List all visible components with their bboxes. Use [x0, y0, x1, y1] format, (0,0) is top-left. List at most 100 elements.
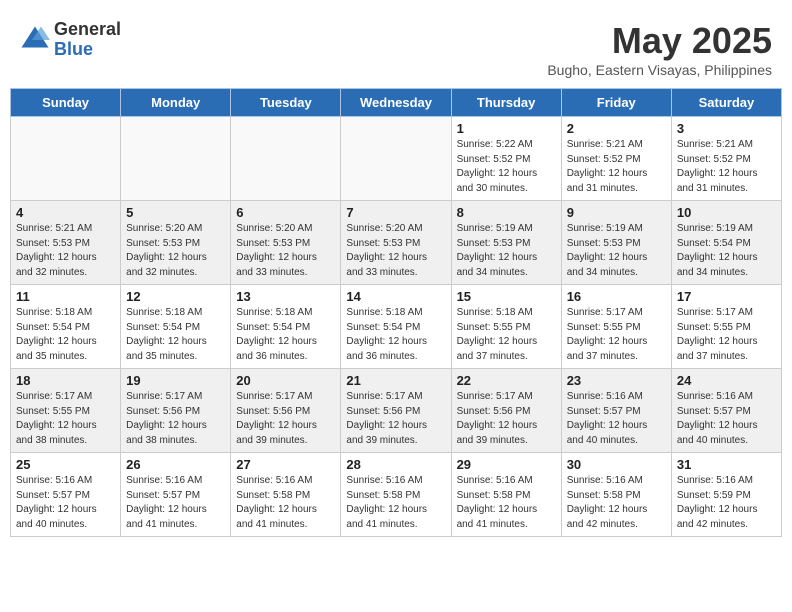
calendar-cell: 2Sunrise: 5:21 AM Sunset: 5:52 PM Daylig…: [561, 117, 671, 201]
day-info: Sunrise: 5:16 AM Sunset: 5:58 PM Dayligh…: [567, 474, 666, 532]
day-info: Sunrise: 5:16 AM Sunset: 5:57 PM Dayligh…: [677, 390, 776, 448]
calendar-cell: 21 Sunrise: 5:17 AM Sunset: 5:56 PM Dayli…: [341, 369, 451, 453]
day-number: 27: [236, 457, 335, 472]
calendar-cell: 20 Sunrise: 5:17 AM Sunset: 5:56 PM Dayli…: [231, 369, 341, 453]
day-info: Sunrise: 5:20 AM Sunset: 5:53 PM Dayligh…: [126, 222, 225, 280]
calendar-cell: 1Sunrise: 5:22 AM Sunset: 5:52 PM Daylig…: [451, 117, 561, 201]
day-number: 14: [346, 289, 445, 304]
day-info: Sunrise: 5:20 AM Sunset: 5:53 PM Dayligh…: [236, 222, 335, 280]
day-number: 31: [677, 457, 776, 472]
calendar-cell: 10 Sunrise: 5:19 AM Sunset: 5:54 PM Dayli…: [671, 201, 781, 285]
day-number: 20: [236, 373, 335, 388]
day-number: 3: [677, 121, 776, 136]
day-info: Sunrise: 5:21 AM Sunset: 5:52 PM Dayligh…: [567, 138, 666, 196]
day-of-week-header: Wednesday: [341, 89, 451, 117]
calendar-cell: 30 Sunrise: 5:16 AM Sunset: 5:58 PM Dayli…: [561, 453, 671, 537]
logo-general-text: General: [54, 20, 121, 40]
calendar-cell: 25 Sunrise: 5:16 AM Sunset: 5:57 PM Dayli…: [11, 453, 121, 537]
day-info: Sunrise: 5:16 AM Sunset: 5:59 PM Dayligh…: [677, 474, 776, 532]
day-number: 8: [457, 205, 556, 220]
month-title: May 2025: [547, 20, 772, 62]
day-info: Sunrise: 5:16 AM Sunset: 5:57 PM Dayligh…: [16, 474, 115, 532]
day-number: 7: [346, 205, 445, 220]
calendar-cell: 26 Sunrise: 5:16 AM Sunset: 5:57 PM Dayli…: [121, 453, 231, 537]
calendar-cell: 12Sunrise: 5:18 AM Sunset: 5:54 PM Dayli…: [121, 285, 231, 369]
day-number: 28: [346, 457, 445, 472]
day-info: Sunrise: 5:18 AM Sunset: 5:54 PM Dayligh…: [346, 306, 445, 364]
calendar-cell: 15Sunrise: 5:18 AM Sunset: 5:55 PM Dayli…: [451, 285, 561, 369]
location-subtitle: Bugho, Eastern Visayas, Philippines: [547, 62, 772, 78]
day-number: 9: [567, 205, 666, 220]
day-number: 26: [126, 457, 225, 472]
day-info: Sunrise: 5:17 AM Sunset: 5:56 PM Dayligh…: [126, 390, 225, 448]
day-info: Sunrise: 5:18 AM Sunset: 5:54 PM Dayligh…: [16, 306, 115, 364]
day-number: 18: [16, 373, 115, 388]
calendar-cell: 8 Sunrise: 5:19 AM Sunset: 5:53 PM Daylig…: [451, 201, 561, 285]
day-of-week-header: Sunday: [11, 89, 121, 117]
calendar-cell: 3 Sunrise: 5:21 AM Sunset: 5:52 PM Daylig…: [671, 117, 781, 201]
day-info: Sunrise: 5:16 AM Sunset: 5:58 PM Dayligh…: [457, 474, 556, 532]
calendar-week-row: 4 Sunrise: 5:21 AM Sunset: 5:53 PM Daylig…: [11, 201, 782, 285]
page-header: General Blue May 2025 Bugho, Eastern Vis…: [10, 10, 782, 83]
calendar-week-row: 1Sunrise: 5:22 AM Sunset: 5:52 PM Daylig…: [11, 117, 782, 201]
day-info: Sunrise: 5:16 AM Sunset: 5:57 PM Dayligh…: [126, 474, 225, 532]
day-number: 16: [567, 289, 666, 304]
day-info: Sunrise: 5:17 AM Sunset: 5:55 PM Dayligh…: [567, 306, 666, 364]
calendar-week-row: 25 Sunrise: 5:16 AM Sunset: 5:57 PM Dayli…: [11, 453, 782, 537]
day-info: Sunrise: 5:17 AM Sunset: 5:56 PM Dayligh…: [236, 390, 335, 448]
day-info: Sunrise: 5:19 AM Sunset: 5:53 PM Dayligh…: [567, 222, 666, 280]
calendar-cell: 11 Sunrise: 5:18 AM Sunset: 5:54 PM Dayli…: [11, 285, 121, 369]
day-info: Sunrise: 5:21 AM Sunset: 5:53 PM Dayligh…: [16, 222, 115, 280]
day-number: 19: [126, 373, 225, 388]
day-number: 21: [346, 373, 445, 388]
logo-icon: [20, 25, 50, 55]
day-number: 17: [677, 289, 776, 304]
calendar-cell: 22Sunrise: 5:17 AM Sunset: 5:56 PM Dayli…: [451, 369, 561, 453]
day-number: 11: [16, 289, 115, 304]
calendar-cell: 18 Sunrise: 5:17 AM Sunset: 5:55 PM Dayli…: [11, 369, 121, 453]
day-info: Sunrise: 5:18 AM Sunset: 5:54 PM Dayligh…: [236, 306, 335, 364]
calendar-cell: 9 Sunrise: 5:19 AM Sunset: 5:53 PM Daylig…: [561, 201, 671, 285]
day-number: 10: [677, 205, 776, 220]
calendar-cell: 5Sunrise: 5:20 AM Sunset: 5:53 PM Daylig…: [121, 201, 231, 285]
day-number: 30: [567, 457, 666, 472]
day-info: Sunrise: 5:19 AM Sunset: 5:54 PM Dayligh…: [677, 222, 776, 280]
calendar-cell: 24 Sunrise: 5:16 AM Sunset: 5:57 PM Dayli…: [671, 369, 781, 453]
day-info: Sunrise: 5:20 AM Sunset: 5:53 PM Dayligh…: [346, 222, 445, 280]
day-number: 29: [457, 457, 556, 472]
day-info: Sunrise: 5:21 AM Sunset: 5:52 PM Dayligh…: [677, 138, 776, 196]
day-number: 6: [236, 205, 335, 220]
day-number: 24: [677, 373, 776, 388]
calendar-cell: 31 Sunrise: 5:16 AM Sunset: 5:59 PM Dayli…: [671, 453, 781, 537]
day-info: Sunrise: 5:19 AM Sunset: 5:53 PM Dayligh…: [457, 222, 556, 280]
day-number: 23: [567, 373, 666, 388]
day-number: 22: [457, 373, 556, 388]
calendar-cell: 13 Sunrise: 5:18 AM Sunset: 5:54 PM Dayli…: [231, 285, 341, 369]
calendar-cell: [11, 117, 121, 201]
calendar-cell: 17 Sunrise: 5:17 AM Sunset: 5:55 PM Dayli…: [671, 285, 781, 369]
calendar-week-row: 18 Sunrise: 5:17 AM Sunset: 5:55 PM Dayli…: [11, 369, 782, 453]
logo: General Blue: [20, 20, 121, 60]
day-number: 25: [16, 457, 115, 472]
calendar-week-row: 11 Sunrise: 5:18 AM Sunset: 5:54 PM Dayli…: [11, 285, 782, 369]
day-number: 13: [236, 289, 335, 304]
calendar-cell: [231, 117, 341, 201]
day-of-week-header: Tuesday: [231, 89, 341, 117]
day-info: Sunrise: 5:22 AM Sunset: 5:52 PM Dayligh…: [457, 138, 556, 196]
day-info: Sunrise: 5:17 AM Sunset: 5:55 PM Dayligh…: [677, 306, 776, 364]
logo-blue-text: Blue: [54, 40, 121, 60]
day-number: 4: [16, 205, 115, 220]
day-info: Sunrise: 5:17 AM Sunset: 5:56 PM Dayligh…: [346, 390, 445, 448]
calendar-cell: 28Sunrise: 5:16 AM Sunset: 5:58 PM Dayli…: [341, 453, 451, 537]
calendar-cell: 4 Sunrise: 5:21 AM Sunset: 5:53 PM Daylig…: [11, 201, 121, 285]
day-of-week-header: Thursday: [451, 89, 561, 117]
day-info: Sunrise: 5:18 AM Sunset: 5:55 PM Dayligh…: [457, 306, 556, 364]
day-of-week-header: Monday: [121, 89, 231, 117]
calendar-cell: 29 Sunrise: 5:16 AM Sunset: 5:58 PM Dayli…: [451, 453, 561, 537]
calendar-cell: 6 Sunrise: 5:20 AM Sunset: 5:53 PM Daylig…: [231, 201, 341, 285]
calendar-header-row: SundayMondayTuesdayWednesdayThursdayFrid…: [11, 89, 782, 117]
calendar-cell: 14 Sunrise: 5:18 AM Sunset: 5:54 PM Dayli…: [341, 285, 451, 369]
day-info: Sunrise: 5:17 AM Sunset: 5:55 PM Dayligh…: [16, 390, 115, 448]
calendar-cell: 7 Sunrise: 5:20 AM Sunset: 5:53 PM Daylig…: [341, 201, 451, 285]
calendar-cell: 19 Sunrise: 5:17 AM Sunset: 5:56 PM Dayli…: [121, 369, 231, 453]
